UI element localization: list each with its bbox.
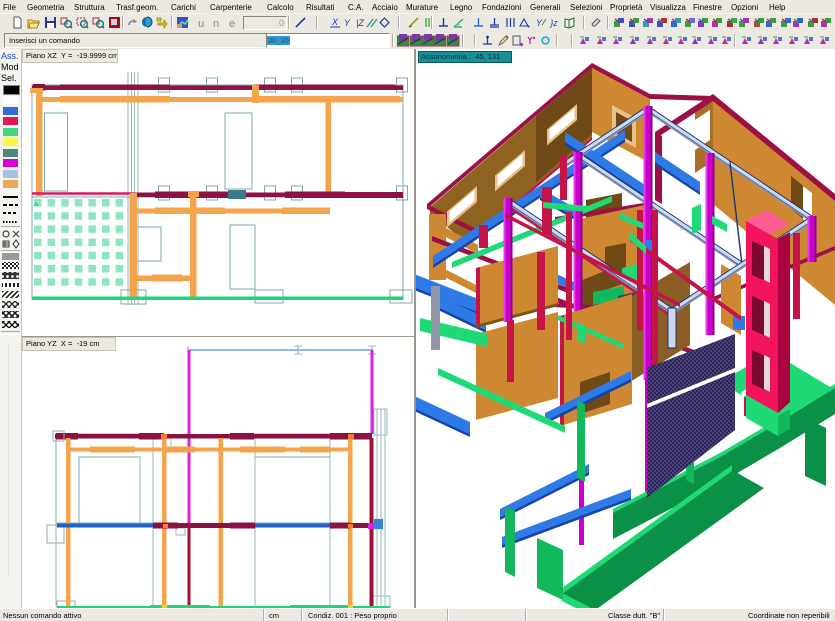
svg-text:|Z: |Z: [356, 18, 364, 28]
svg-text:X: X: [331, 17, 339, 27]
svg-text:u: u: [198, 18, 204, 29]
svg-text:}z: }z: [549, 18, 558, 28]
svg-text:Y: Y: [344, 18, 351, 28]
svg-text:n: n: [213, 18, 219, 29]
svg-text:e: e: [229, 18, 235, 29]
svg-text:Y: Y: [536, 18, 543, 28]
